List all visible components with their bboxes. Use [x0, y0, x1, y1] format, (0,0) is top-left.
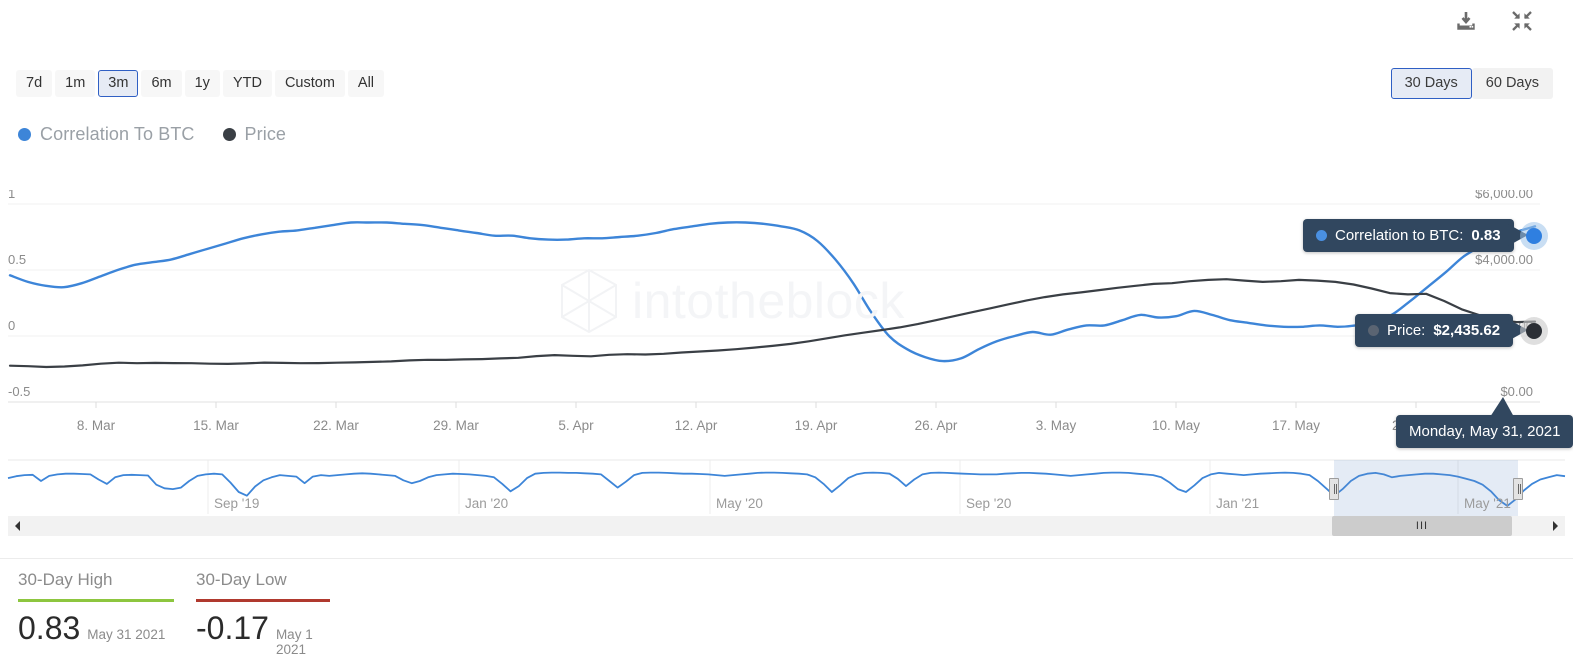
- y2-axis-tick-1: $4,000.00: [1475, 252, 1533, 267]
- range-button-6m[interactable]: 6m: [141, 70, 182, 97]
- x-axis-tick-7: 26. Apr: [914, 418, 958, 433]
- tooltip-correlation-label: Correlation to BTC:: [1335, 227, 1464, 244]
- stat-high-title: 30-Day High: [18, 570, 113, 589]
- chart-toolbar: [1453, 8, 1535, 34]
- stat-low-value: -0.17: [196, 610, 269, 646]
- x-axis-labels: 8. Mar 15. Mar 22. Mar 29. Mar 5. Apr 12. Apr…: [0, 418, 1573, 442]
- x-axis-tick-4: 5. Apr: [558, 418, 594, 433]
- navigator-tick-4: Jan '21: [1216, 496, 1260, 511]
- range-button-3m[interactable]: 3m: [98, 70, 139, 97]
- tooltip-price: Price: $2,435.62: [1355, 314, 1514, 347]
- scrollbar-right-arrow[interactable]: [1545, 516, 1565, 536]
- navigator-tick-5: May '21: [1464, 496, 1511, 511]
- y-axis-tick-1: 0.5: [8, 252, 26, 267]
- x-axis-tick-2: 22. Mar: [313, 418, 359, 433]
- stat-low-date: May 1 2021: [275, 627, 313, 656]
- legend-label-price: Price: [244, 124, 287, 144]
- stat-high-value: 0.83: [18, 610, 81, 646]
- range-button-1y[interactable]: 1y: [184, 70, 220, 97]
- legend-item-price[interactable]: Price: [222, 124, 287, 145]
- tooltip-correlation-dot-icon: [1316, 230, 1327, 241]
- legend-item-correlation-to-btc[interactable]: Correlation To BTC: [18, 124, 195, 145]
- stat-low-title: 30-Day Low: [196, 570, 287, 589]
- x-axis-tick-9: 10. May: [1151, 418, 1201, 433]
- marker-correlation-last-point: [1520, 222, 1548, 250]
- x-axis-tick-1: 15. Mar: [193, 418, 239, 433]
- section-divider: [0, 558, 1573, 559]
- navigator-scrollbar[interactable]: III: [8, 516, 1565, 536]
- stat-low-rule: [196, 599, 330, 602]
- tooltip-date: Monday, May 31, 2021: [1396, 415, 1573, 448]
- x-axis-tick-0: 8. Mar: [76, 418, 116, 433]
- tooltip-price-label: Price:: [1387, 322, 1426, 339]
- navigator-tick-3: Sep '20: [966, 496, 1012, 511]
- correlation-chart-widget: 7d 1m 3m 6m 1y YTD Custom All 30 Days 60…: [0, 0, 1573, 656]
- window-button-30-days[interactable]: 30 Days: [1390, 68, 1472, 99]
- scrollbar-thumb[interactable]: III: [1332, 516, 1512, 536]
- chart-legend: Correlation To BTC Price: [18, 124, 286, 145]
- stat-high-rule: [18, 599, 174, 602]
- legend-label-correlation: Correlation To BTC: [40, 124, 195, 144]
- range-button-all[interactable]: All: [347, 70, 385, 97]
- navigator-tick-1: Jan '20: [465, 496, 509, 511]
- tooltip-date-pointer: [1490, 397, 1514, 417]
- range-button-custom[interactable]: Custom: [274, 70, 345, 97]
- summary-stats: 30-Day High 0.83 May 31 2021 30-Day Low …: [18, 570, 330, 656]
- x-axis-tick-3: 29. Mar: [433, 418, 479, 433]
- stat-30-day-low: 30-Day Low -0.17 May 1 2021: [196, 570, 330, 656]
- navigator-handle-left[interactable]: [1329, 478, 1339, 500]
- stat-30-day-high: 30-Day High 0.83 May 31 2021: [18, 570, 174, 656]
- y2-axis-tick-0: $6,000.00: [1475, 190, 1533, 201]
- x-axis-tick-8: 3. May: [1035, 418, 1077, 433]
- window-button-60-days[interactable]: 60 Days: [1471, 68, 1553, 99]
- legend-dot-price-icon: [222, 128, 236, 141]
- range-selector: 7d 1m 3m 6m 1y YTD Custom All: [16, 70, 385, 97]
- tooltip-date-value: Monday, May 31, 2021: [1409, 423, 1561, 440]
- scrollbar-grip-icon: III: [1415, 520, 1429, 532]
- navigator-tick-2: May '20: [716, 496, 763, 511]
- y-axis-tick-3: -0.5: [8, 384, 30, 399]
- series-line-price: [8, 278, 1537, 369]
- marker-price-last-point: [1520, 317, 1548, 345]
- x-axis-tick-10: 17. May: [1271, 418, 1321, 433]
- tooltip-price-value: $2,435.62: [1433, 322, 1501, 339]
- x-axis-tick-5: 12. Apr: [674, 418, 718, 433]
- navigator-handle-right[interactable]: [1513, 478, 1523, 500]
- navigator-tick-0: Sep '19: [214, 496, 260, 511]
- stat-high-date: May 31 2021: [87, 627, 166, 642]
- legend-dot-correlation-icon: [18, 128, 31, 141]
- collapse-icon[interactable]: [1509, 8, 1535, 34]
- window-selector: 30 Days 60 Days: [1390, 68, 1553, 99]
- range-button-ytd[interactable]: YTD: [222, 70, 272, 97]
- tooltip-correlation: Correlation to BTC: 0.83: [1303, 219, 1514, 252]
- y-axis-tick-0: 1: [8, 190, 15, 201]
- chart-navigator[interactable]: Sep '19 Jan '20 May '20 Sep '20 Jan '21 May '…: [0, 452, 1573, 520]
- range-button-1m[interactable]: 1m: [55, 70, 96, 97]
- tooltip-correlation-value: 0.83: [1471, 227, 1501, 244]
- y-axis-tick-2: 0: [8, 318, 15, 333]
- x-axis-tick-6: 19. Apr: [794, 418, 838, 433]
- tooltip-price-dot-icon: [1368, 325, 1379, 336]
- range-button-7d[interactable]: 7d: [16, 70, 53, 97]
- download-icon[interactable]: [1453, 8, 1479, 34]
- scrollbar-left-arrow[interactable]: [8, 516, 28, 536]
